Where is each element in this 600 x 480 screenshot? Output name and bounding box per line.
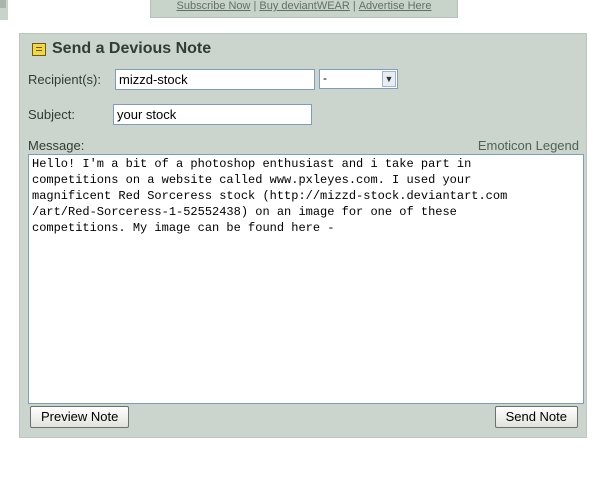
message-label: Message: [28,138,85,153]
advertise-link[interactable]: Advertise Here [359,0,432,12]
panel-title: Send a Devious Note [32,40,211,58]
recipient-select[interactable]: - ▼ [319,69,398,89]
link-separator: | [253,0,257,12]
recipient-select-value: - [323,71,327,85]
buy-deviantwear-link[interactable]: Buy deviantWEAR [259,0,349,12]
recipients-label: Recipient(s): [28,72,101,87]
panel-title-text: Send a Devious Note [52,40,212,57]
recipients-input[interactable]: mizzd-stock [115,69,315,90]
subject-label: Subject: [28,107,75,122]
emoticon-legend-link[interactable]: Emoticon Legend [478,138,579,153]
top-links-bar: Subscribe Now | Buy deviantWEAR | Advertise … [150,0,458,18]
subject-input[interactable]: your stock [113,104,312,125]
link-separator: | [352,0,356,12]
send-note-button[interactable]: Send Note [494,406,578,428]
chevron-down-icon[interactable]: ▼ [382,71,396,87]
send-note-panel: Send a Devious Note Recipient(s): mizzd-… [19,33,587,438]
message-textarea[interactable]: Hello! I'm a bit of a photoshop enthusia… [28,154,584,404]
note-icon [32,42,46,56]
preview-note-button[interactable]: Preview Note [30,406,130,428]
left-edge-strip-dark [0,0,6,8]
subscribe-link[interactable]: Subscribe Now [177,0,251,12]
